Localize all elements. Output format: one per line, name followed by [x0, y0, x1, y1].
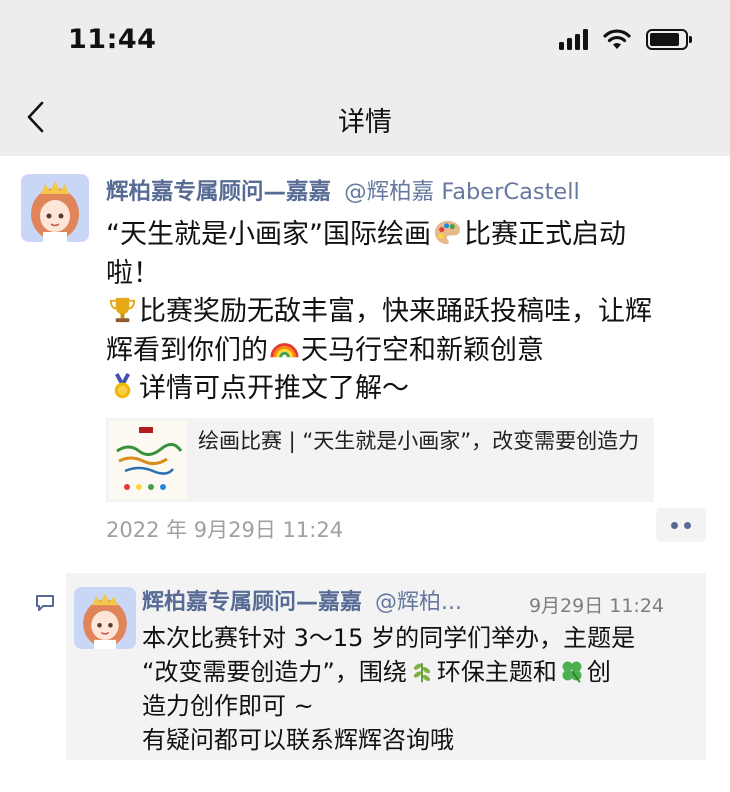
post-line: 比赛奖励无敌丰富，快来踊跃投稿哇，让辉: [139, 296, 652, 327]
herb-emoji-icon: [413, 663, 430, 683]
post-line: “天生就是小画家”国际绘画: [106, 219, 431, 250]
comment-item: 辉柏嘉专属顾问—嘉嘉 @辉柏... 9月29日 11:24 本次比赛针对 3～1…: [66, 573, 706, 760]
article-title: 绘画比赛 | “天生就是小画家”，改变需要创造力: [198, 429, 640, 453]
comment-timestamp: 9月29日 11:24: [528, 595, 664, 617]
post-line: 天马行空和新颖创意: [301, 334, 544, 366]
more-dots-icon: [671, 521, 678, 529]
clover-emoji-icon: [562, 661, 582, 683]
post-timestamp: 2022 年 9月29日 11:24: [106, 518, 344, 542]
commenter-avatar[interactable]: [74, 587, 136, 649]
comment-icon: [36, 595, 54, 611]
wifi-icon: [603, 29, 631, 49]
comment-line: “改变需要创造力”，围绕: [142, 658, 407, 686]
commenter-handle[interactable]: @辉柏...: [375, 590, 462, 615]
more-actions-button[interactable]: [656, 508, 706, 542]
post-line: 比赛正式启动: [463, 219, 626, 250]
post-line: 啦！: [106, 257, 160, 289]
avatar[interactable]: [21, 174, 89, 242]
author-line: 辉柏嘉专属顾问—嘉嘉 @辉柏嘉 FaberCastell: [106, 178, 580, 206]
status-time: 11:44: [68, 24, 157, 55]
trophy-emoji-icon: [109, 297, 136, 323]
signal-icon: [559, 28, 588, 50]
post-line: 辉看到你们的: [106, 334, 268, 366]
commenter-line: 辉柏嘉专属顾问—嘉嘉 @辉柏...: [142, 589, 462, 617]
palette-emoji-icon: [434, 220, 461, 245]
post-line: 详情可点开推文了解～: [139, 373, 409, 404]
author-handle[interactable]: @辉柏嘉 FaberCastell: [344, 179, 580, 205]
page-title: 详情: [338, 107, 392, 138]
comment-line: 环保主题和: [436, 658, 557, 686]
post-text: “天生就是小画家”国际绘画 比赛正式启动 啦！ 比赛奖励无敌丰富，快来踊跃投稿哇…: [106, 216, 706, 409]
battery-level: [650, 32, 679, 46]
article-thumbnail: [109, 421, 187, 499]
comment-text: 本次比赛针对 3～15 岁的同学们举办，主题是 “改变需要创造力”，围绕 环保主…: [142, 621, 702, 757]
rainbow-emoji-icon: [270, 342, 299, 357]
top-bar: 11:44 详情: [0, 0, 730, 156]
comment-line: 造力创作即可 ~: [142, 692, 314, 720]
comment-line: 创: [586, 658, 611, 686]
author-name[interactable]: 辉柏嘉专属顾问—嘉嘉: [106, 179, 331, 205]
comment-line: 本次比赛针对 3～15 岁的同学们举办，主题是: [142, 624, 636, 652]
medal-emoji-icon: [114, 373, 131, 399]
shared-article-card[interactable]: 绘画比赛 | “天生就是小画家”，改变需要创造力: [106, 418, 654, 502]
battery-icon: [646, 28, 692, 50]
status-icons: [559, 28, 692, 50]
comment-line: 有疑问都可以联系辉辉咨询哦: [142, 726, 454, 754]
commenter-name[interactable]: 辉柏嘉专属顾问—嘉嘉: [142, 590, 362, 615]
